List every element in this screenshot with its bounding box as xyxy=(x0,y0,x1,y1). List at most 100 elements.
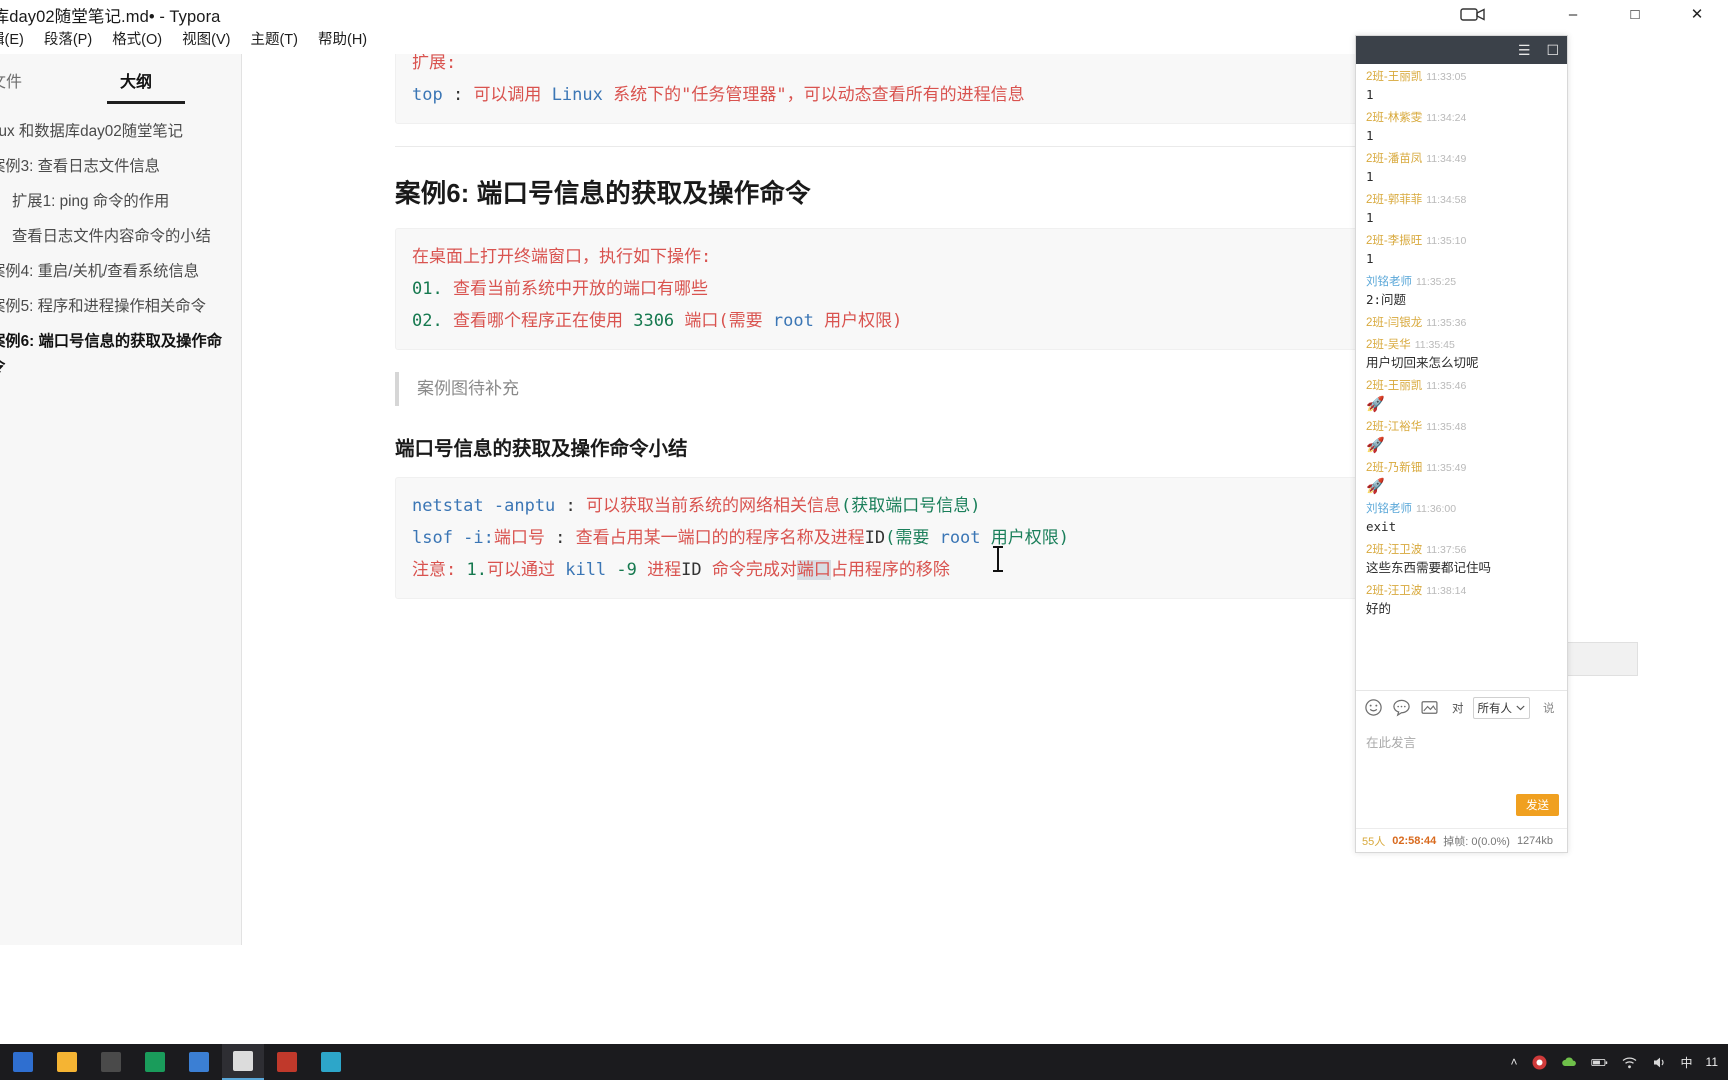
menu-item-theme[interactable]: 主题(T) xyxy=(240,28,308,52)
code-flag-9: -9 xyxy=(616,560,637,580)
code-sep-2: : xyxy=(544,528,576,548)
camera-icon xyxy=(1460,8,1485,21)
menu-item-paragraph[interactable]: 段落(P) xyxy=(34,28,102,52)
outline-item-case4[interactable]: 案例4: 重启/关机/查看系统信息 xyxy=(0,254,242,289)
code-text: 可以调用 xyxy=(473,85,552,105)
chat-timestamp: 11:33:05 xyxy=(1426,71,1467,83)
image-icon[interactable] xyxy=(1420,698,1439,717)
chat-sender-name: 2班-汪卫波 xyxy=(1366,585,1423,597)
chat-message-text: 2:问题 xyxy=(1366,292,1407,307)
code-cmd-lsof-cn: 端口号 xyxy=(493,528,545,548)
chat-input[interactable]: 在此发言 xyxy=(1356,724,1567,794)
maximize-button[interactable]: □ xyxy=(1604,0,1666,28)
code-block-steps[interactable]: 在桌面上打开终端窗口，执行如下操作: 01. 查看当前系统中开放的端口有哪些 0… xyxy=(395,228,1395,350)
window-controls: – □ ✕ xyxy=(1542,0,1728,28)
outline-item-case6[interactable]: 案例6: 端口号信息的获取及操作命令 xyxy=(0,324,242,384)
chat-timestamp: 11:35:45 xyxy=(1414,339,1455,351)
smiley-icon[interactable] xyxy=(1364,698,1383,717)
code-cmd-netstat: netstat -anptu xyxy=(412,496,556,516)
cloud-icon[interactable] xyxy=(1561,1054,1578,1071)
code-step-text-2b: 端口(需要 xyxy=(674,311,773,331)
menu-item-view[interactable]: 视图(V) xyxy=(172,28,240,52)
outline-item-case5[interactable]: 案例5: 程序和进程操作相关命令 xyxy=(0,289,242,324)
start-button[interactable] xyxy=(2,1044,44,1080)
outline-item-ext1[interactable]: 扩展1: ping 命令的作用 xyxy=(12,184,242,219)
code-line: 在桌面上打开终端窗口，执行如下操作: xyxy=(412,241,1378,273)
chat-sender-name: 2班-江裕华 xyxy=(1366,421,1423,433)
bitrate-status: 1274kb xyxy=(1516,834,1554,847)
chat-timestamp: 11:34:49 xyxy=(1426,153,1467,165)
chat-message-text: exit xyxy=(1366,519,1397,534)
chat-timestamp: 11:35:49 xyxy=(1426,462,1467,474)
tab-outline[interactable]: 大纲 xyxy=(120,68,152,92)
chat-message-list[interactable]: 2班-王丽凯 11:33:05 1 2班-林紫雯 11:34:24 1 2班-潘苗凤… xyxy=(1356,64,1567,690)
ime-indicator[interactable]: 中 xyxy=(1681,1054,1693,1071)
minimize-button[interactable]: – xyxy=(1542,0,1604,28)
code-block-summary[interactable]: netstat -anptu : 可以获取当前系统的网络相关信息(获取端口号信息… xyxy=(395,477,1395,599)
chat-message: 2班-王丽凯 11:35:46 🚀 xyxy=(1366,379,1557,413)
outline-item-log-summary[interactable]: 查看日志文件内容命令的小结 xyxy=(12,219,242,254)
chat-message-emoji: 🚀 xyxy=(1366,436,1385,454)
code-line: top : 可以调用 Linux 系统下的"任务管理器"，可以动态查看所有的进程… xyxy=(412,79,1378,111)
code-paren-2a: (需要 xyxy=(885,528,940,548)
excel-app-icon[interactable] xyxy=(266,1044,308,1080)
code-root-1: root xyxy=(772,311,814,331)
wps-app-icon[interactable] xyxy=(134,1044,176,1080)
record-icon[interactable] xyxy=(1531,1054,1548,1071)
code-desc-lsof: 查看占用某一端口的的程序名称及进程 xyxy=(575,528,865,548)
recycle-bin-icon[interactable] xyxy=(90,1044,132,1080)
chat-say-label: 说 xyxy=(1543,702,1555,715)
chat-timestamp: 11:35:10 xyxy=(1426,235,1467,247)
browser-app-icon[interactable] xyxy=(310,1044,352,1080)
hamburger-menu-icon[interactable]: ☰ xyxy=(1518,43,1531,57)
code-sep-1: : xyxy=(555,496,587,516)
tab-files[interactable]: 文件 xyxy=(0,68,22,92)
chat-panel[interactable]: ☰ ☐ 2班-王丽凯 11:33:05 1 2班-林紫雯 11:34:24 1 2班… xyxy=(1355,35,1568,853)
chat-message: 2班-江裕华 11:35:48 🚀 xyxy=(1366,420,1557,454)
chat-audience-select[interactable]: 所有人 xyxy=(1472,696,1530,719)
chat-send-row: 发送 xyxy=(1356,794,1567,828)
close-button[interactable]: ✕ xyxy=(1666,0,1728,28)
restore-window-icon[interactable]: ☐ xyxy=(1546,43,1559,57)
desktop-root: 据库day02随堂笔记.md• - Typora – □ ✕ 辑(E) 段落(P… xyxy=(0,0,1728,1080)
outline-item-case3[interactable]: 案例3: 查看日志文件信息 xyxy=(0,149,242,184)
file-explorer-icon[interactable] xyxy=(46,1044,88,1080)
volume-icon[interactable] xyxy=(1651,1054,1668,1071)
send-button[interactable]: 发送 xyxy=(1516,794,1559,816)
code-note-f: 占用程序的移除 xyxy=(830,560,950,580)
chat-message: 2班-郭菲菲 11:34:58 1 xyxy=(1366,193,1557,227)
chevron-down-icon xyxy=(1516,705,1525,710)
code-cmd-top: top xyxy=(412,85,443,105)
taskbar-clock[interactable]: 11 xyxy=(1706,1055,1718,1069)
menu-item-edit[interactable]: 辑(E) xyxy=(0,28,34,52)
chat-sender-name: 刘铭老师 xyxy=(1366,276,1412,288)
code-port-3306: 3306 xyxy=(633,311,675,331)
code-line: netstat -anptu : 可以获取当前系统的网络相关信息(获取端口号信息… xyxy=(412,490,1378,522)
code-kw-linux: Linux xyxy=(551,85,603,105)
battery-icon[interactable] xyxy=(1590,1054,1608,1071)
chat-timestamp: 11:36:00 xyxy=(1416,503,1457,515)
typora-app-icon[interactable] xyxy=(222,1044,264,1080)
photos-app-icon[interactable] xyxy=(178,1044,220,1080)
code-paren-1: (获取端口号信息) xyxy=(841,496,981,516)
chat-timestamp: 11:35:25 xyxy=(1416,276,1457,288)
code-cmd-kill: kill xyxy=(565,560,607,580)
chat-sender-name: 刘铭老师 xyxy=(1366,503,1412,515)
speech-bubble-icon[interactable] xyxy=(1392,698,1411,717)
tab-active-indicator xyxy=(107,101,185,104)
chat-message: 2班-闫银龙 11:35:36 xyxy=(1366,316,1557,331)
wifi-icon[interactable] xyxy=(1621,1054,1638,1071)
menu-item-help[interactable]: 帮助(H) xyxy=(308,28,377,52)
chat-audience-value: 所有人 xyxy=(1477,702,1513,715)
horizontal-rule xyxy=(395,146,1395,147)
markdown-document[interactable]: 扩展: top : 可以调用 Linux 系统下的"任务管理器"，可以动态查看所… xyxy=(395,54,1395,613)
chat-timestamp: 11:35:48 xyxy=(1426,421,1467,433)
code-block-top[interactable]: 扩展: top : 可以调用 Linux 系统下的"任务管理器"，可以动态查看所… xyxy=(395,54,1395,124)
code-line: 02. 查看哪个程序正在使用 3306 端口(需要 root 用户权限) xyxy=(412,305,1378,337)
code-line: 注意: 1.可以通过 kill -9 进程ID 命令完成对端口占用程序的移除 xyxy=(412,554,1378,586)
menu-item-format[interactable]: 格式(O) xyxy=(102,28,172,52)
outline-list: nux 和数据库day02随堂笔记 案例3: 查看日志文件信息 扩展1: pin… xyxy=(0,114,242,384)
page-heading-case6: 案例6: 端口号信息的获取及操作命令 xyxy=(395,180,811,208)
tray-expand-chevron-icon[interactable]: ˄ xyxy=(1511,1055,1518,1069)
outline-item-root[interactable]: nux 和数据库day02随堂笔记 xyxy=(0,114,242,149)
